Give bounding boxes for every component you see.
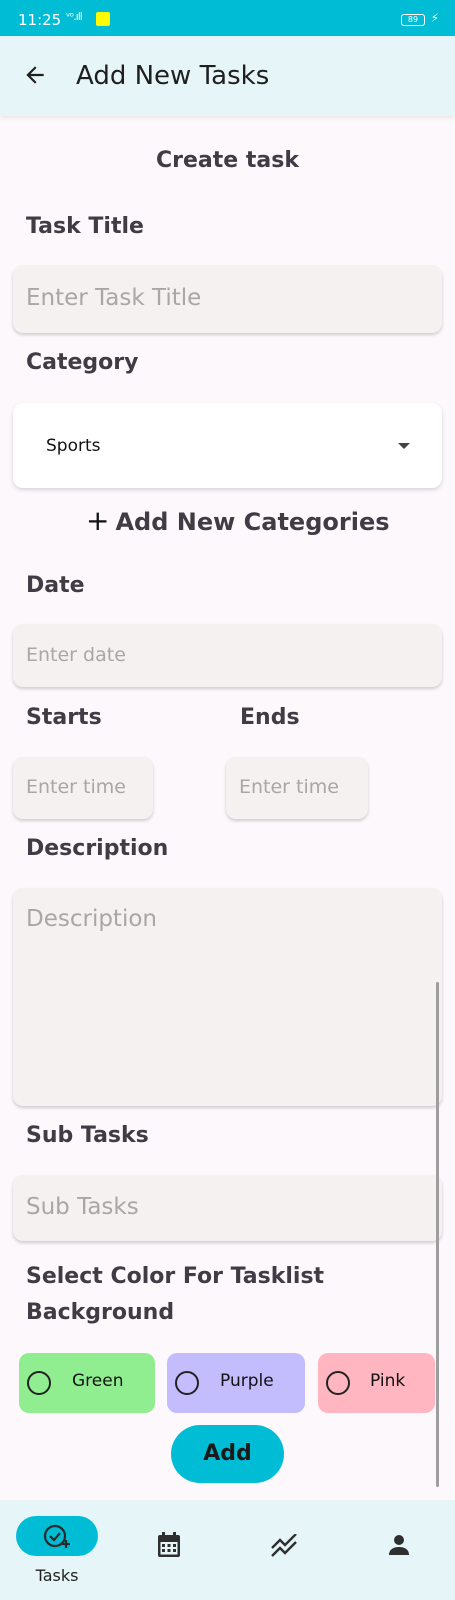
snapchat-notification-icon	[96, 12, 110, 26]
start-time-input[interactable]: Enter time	[13, 757, 153, 819]
radio-unselected-icon[interactable]	[175, 1371, 199, 1395]
battery-icon: 89	[401, 14, 425, 26]
status-time: 11:25	[18, 11, 62, 29]
ends-label: Ends	[240, 705, 300, 730]
date-placeholder: Enter date	[26, 644, 126, 666]
page-title: Add New Tasks	[76, 61, 270, 91]
task-title-label: Task Title	[26, 214, 144, 239]
add-category-label: Add New Categories	[115, 508, 390, 536]
color-select-label: Select Color For Tasklist Background	[26, 1259, 324, 1331]
scrollbar[interactable]	[436, 982, 439, 1487]
description-label: Description	[26, 836, 169, 861]
nav-item-tasks[interactable]	[16, 1516, 98, 1556]
date-label: Date	[26, 573, 85, 598]
form-heading: Create task	[156, 148, 299, 173]
task-title-input[interactable]: Enter Task Title	[13, 265, 442, 333]
description-placeholder: Description	[26, 906, 157, 932]
person-icon[interactable]	[387, 1533, 411, 1557]
charging-icon: ⚡	[430, 11, 439, 25]
app-bar: Add New Tasks	[0, 36, 455, 116]
start-time-placeholder: Enter time	[26, 776, 126, 798]
color-select-label-line1: Select Color For Tasklist	[26, 1264, 325, 1289]
sub-tasks-placeholder: Sub Tasks	[26, 1194, 139, 1220]
category-dropdown[interactable]: Sports	[13, 403, 442, 488]
calendar-icon[interactable]	[157, 1532, 181, 1558]
nav-label-tasks[interactable]: Tasks	[16, 1566, 98, 1585]
end-time-input[interactable]: Enter time	[226, 757, 368, 819]
status-bar: 11:25 ᵛᵒ.ıll 89 ⚡	[0, 0, 455, 36]
category-label: Category	[26, 350, 139, 375]
analytics-icon[interactable]	[270, 1534, 298, 1558]
task-add-icon	[43, 1524, 70, 1548]
starts-label: Starts	[26, 705, 102, 730]
radio-unselected-icon[interactable]	[326, 1371, 350, 1395]
add-category-button[interactable]: + Add New Categories	[86, 504, 390, 537]
dropdown-arrow-icon	[398, 443, 410, 449]
description-input[interactable]: Description	[13, 888, 442, 1106]
plus-icon: +	[86, 504, 110, 537]
color-option-pink[interactable]: Pink	[318, 1353, 435, 1413]
color-option-label: Pink	[370, 1371, 406, 1391]
end-time-placeholder: Enter time	[239, 776, 339, 798]
category-selected: Sports	[46, 436, 101, 456]
add-task-button[interactable]: Add	[171, 1425, 284, 1483]
color-option-label: Purple	[220, 1371, 274, 1391]
sub-tasks-label: Sub Tasks	[26, 1123, 149, 1148]
signal-icon: ᵛᵒ.ıll	[66, 10, 83, 23]
color-option-green[interactable]: Green	[19, 1353, 155, 1413]
color-select-label-line2: Background	[26, 1300, 175, 1325]
task-title-placeholder: Enter Task Title	[26, 285, 202, 311]
date-input[interactable]: Enter date	[13, 624, 442, 687]
radio-unselected-icon[interactable]	[27, 1371, 51, 1395]
sub-tasks-input[interactable]: Sub Tasks	[13, 1175, 442, 1241]
bottom-navigation: Tasks	[0, 1500, 455, 1600]
color-option-label: Green	[72, 1371, 124, 1391]
color-option-purple[interactable]: Purple	[167, 1353, 305, 1413]
arrow-left-icon[interactable]	[22, 62, 48, 88]
